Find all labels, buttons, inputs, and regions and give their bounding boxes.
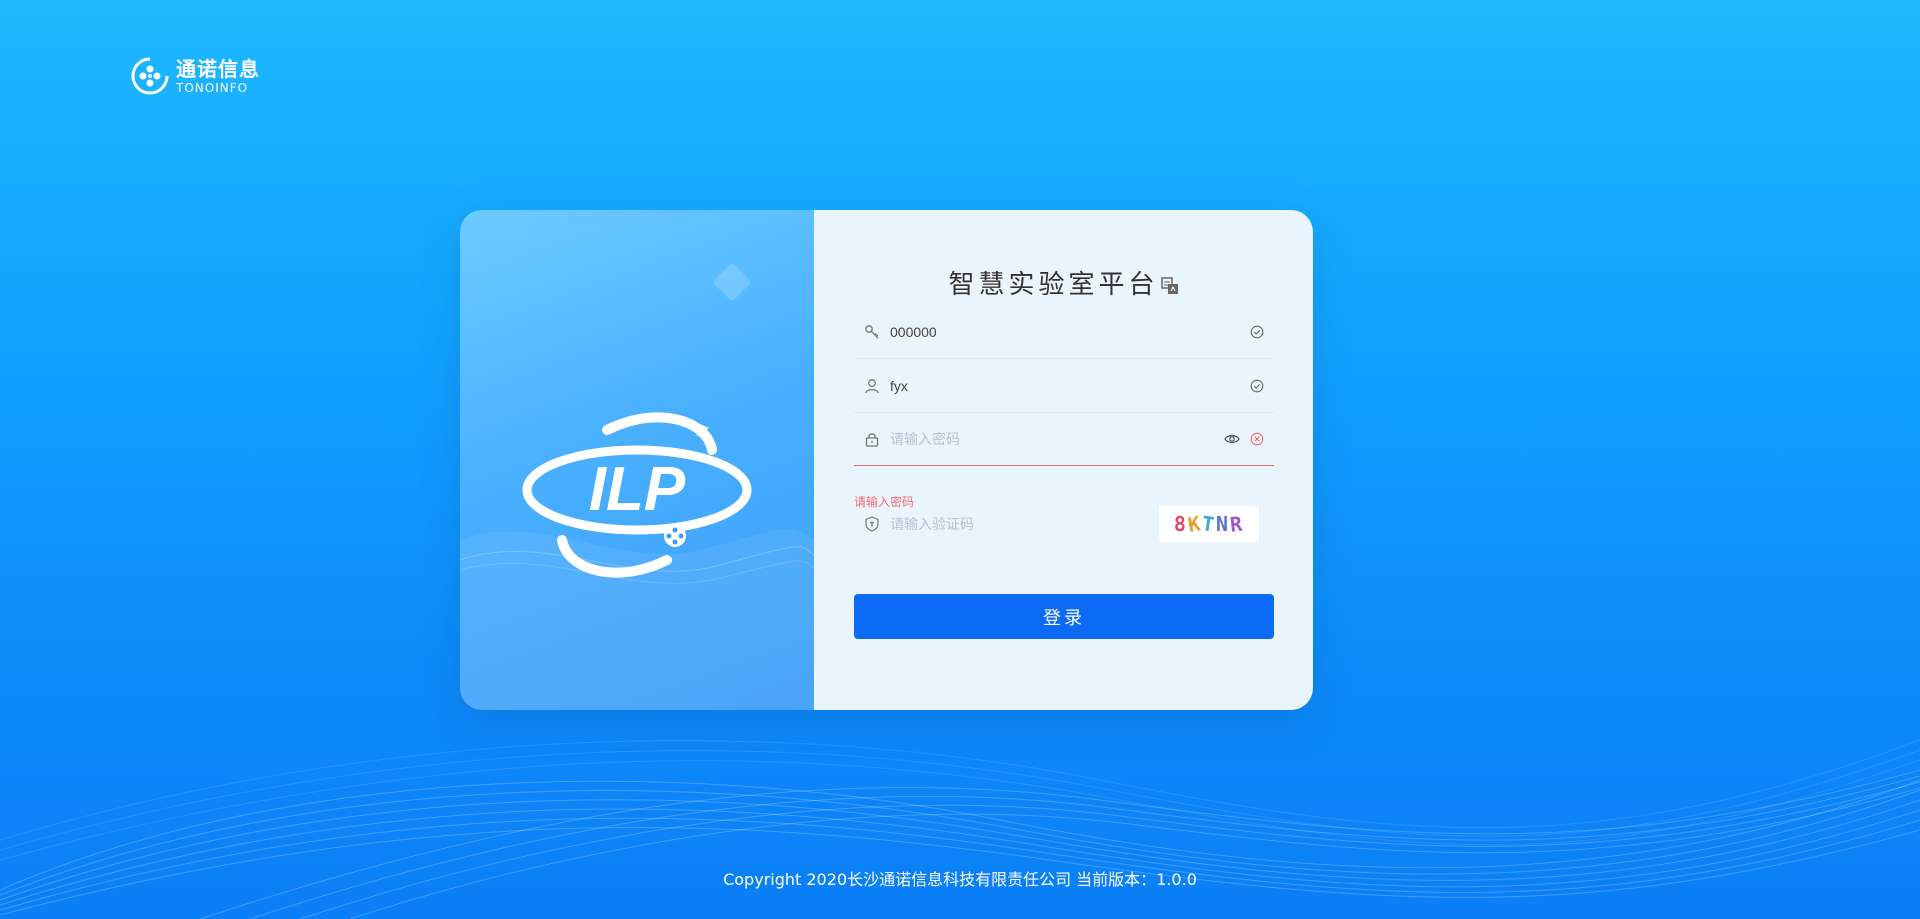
form-title: 智慧实验室平台 <box>814 264 1313 301</box>
username-field <box>854 360 1274 413</box>
lock-icon <box>865 433 879 447</box>
eye-icon[interactable] <box>1224 431 1240 447</box>
invalid-x-icon <box>1250 432 1264 446</box>
captcha-char: N <box>1216 512 1231 536</box>
login-form-panel: 智慧实验室平台 000000 fyx 请输入密码 请输入验证码 8 K T N … <box>814 210 1313 710</box>
brand-logo: 通诺信息 TONOINFO <box>130 56 260 96</box>
brand-name-en: TONOINFO <box>176 80 249 95</box>
login-button[interactable]: 登录 <box>854 594 1274 639</box>
brand-mark-icon <box>131 57 169 95</box>
key-icon <box>865 325 879 339</box>
ilp-logo-illustration: ILP <box>460 263 815 710</box>
shield-icon <box>865 516 879 532</box>
captcha-char: R <box>1228 511 1246 537</box>
captcha-image[interactable]: 8 K T N R <box>1159 506 1259 542</box>
card-illustration-panel: ILP <box>460 210 815 710</box>
language-switch-icon[interactable] <box>1160 276 1179 295</box>
user-icon <box>865 379 879 394</box>
valid-check-icon <box>1250 379 1264 393</box>
captcha-field <box>854 498 1154 550</box>
captcha-char: T <box>1200 511 1218 537</box>
form-title-text: 智慧实验室平台 <box>948 270 1159 300</box>
password-input[interactable] <box>890 424 1224 454</box>
login-card: ILP 智慧实验室平台 000000 fyx 请输入密码 请输入验证码 8 K … <box>460 210 1313 710</box>
lab-code-field <box>854 306 1274 359</box>
ilp-logo-text: ILP <box>589 455 686 524</box>
password-field <box>854 413 1274 466</box>
captcha-input[interactable] <box>890 509 1154 539</box>
lab-code-input[interactable] <box>890 317 1250 347</box>
username-input[interactable] <box>890 371 1250 401</box>
footer-copyright: Copyright 2020长沙通诺信息科技有限责任公司 当前版本：1.0.0 <box>723 870 1197 889</box>
valid-check-icon <box>1250 325 1264 339</box>
brand-name-cn: 通诺信息 <box>176 56 260 81</box>
